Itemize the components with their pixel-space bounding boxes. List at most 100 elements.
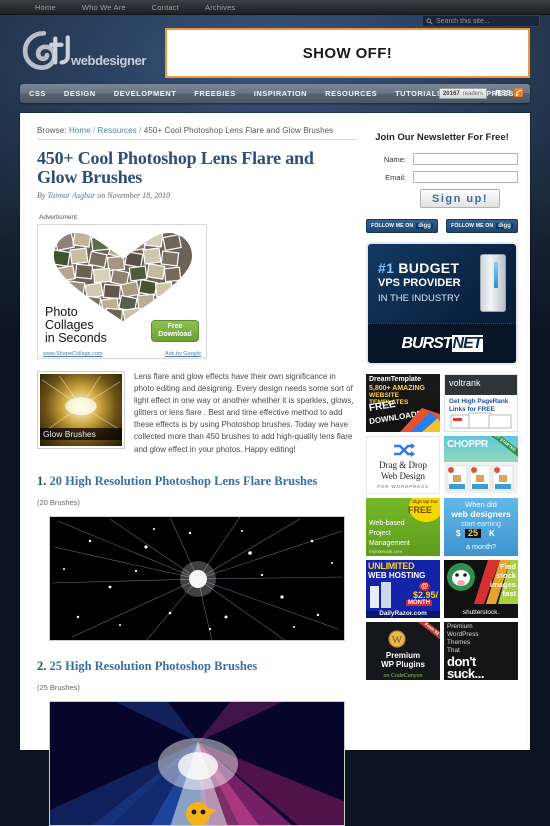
nav-item-inspiration[interactable]: INSPIRATION [245, 84, 316, 103]
ad-dragdrop-l3: FOR WORDPRESS [367, 485, 439, 490]
ad-myintervals-l4: Project [369, 530, 391, 537]
search-input[interactable] [436, 18, 536, 25]
logo-spiral-icon [22, 29, 74, 73]
content-inner: Browse: Home / Resources / 450+ Cool Pho… [25, 118, 525, 750]
breadcrumb-prefix: Browse: [37, 126, 67, 135]
breadcrumb-home[interactable]: Home [69, 126, 91, 135]
section-2-count: (25 Brushes) [37, 683, 357, 692]
section-2-number: 2. [37, 659, 46, 673]
ad-dreamtemplate[interactable]: DreamTemplate 5,800+ AMAZING WEBSITE TEM… [366, 374, 440, 432]
breadcrumb-sep-2: / [139, 126, 141, 135]
ad-myintervals-l1: Sign Up For [412, 500, 438, 505]
choppr-cards [446, 464, 516, 492]
ad-shutter-l1: Find [500, 563, 516, 571]
ad-wp-l1: From $2 [416, 622, 440, 643]
burstnet-logo: BURSTNET [401, 335, 482, 353]
ad-myintervals-l5: Management [369, 540, 410, 547]
newsletter-email-label: Email: [366, 173, 413, 182]
breadcrumb-current: 450+ Cool Photoshop Lens Flare and Glow … [144, 126, 333, 135]
ad-codecanyon[interactable]: From $2 W Premium WP Plugins on CodeCany… [366, 622, 440, 680]
topnav-item-contact[interactable]: Contact [139, 0, 192, 15]
ad-voltrank[interactable]: voltrank Get High PageRank Links for FRE… [444, 374, 518, 432]
nav-item-freebies[interactable]: FREEBIES [185, 84, 245, 103]
main-column: Browse: Home / Resources / 450+ Cool Pho… [37, 126, 357, 826]
ad-myintervals[interactable]: Sign Up For FREE Web-based Project Manag… [366, 498, 440, 556]
burstnet-headline-2: VPS PROVIDER [378, 277, 461, 289]
section-1-screenshot[interactable] [49, 516, 345, 641]
ad-earn-l6: K [489, 530, 495, 538]
article-intro-text: Lens flare and glow effects have their o… [134, 371, 357, 456]
digg-logo-1: digg [416, 223, 433, 229]
rss-icon [514, 88, 523, 97]
newsletter-name-label: Name: [366, 155, 413, 164]
top-nav-links: Home Who We Are Contact Archives [22, 0, 248, 15]
ad-earn-l2: web designers [444, 510, 518, 519]
sidebar: Join Our Newsletter For Free! Name: Emai… [366, 126, 518, 680]
follow-digg-button-1[interactable]: FOLLOW ME ON digg [366, 219, 438, 233]
section-1-title[interactable]: 20 High Resolution Photoshop Lens Flare … [50, 474, 318, 488]
ad-earn-l4: $ [456, 530, 460, 538]
search-icon [426, 18, 433, 25]
top-utility-bar: Home Who We Are Contact Archives [0, 0, 550, 15]
ad-earn-l3: start earning [444, 520, 518, 527]
topnav-item-home[interactable]: Home [22, 0, 69, 15]
ad-myintervals-l3: Web-based [369, 520, 405, 527]
rss-label: RSS [496, 88, 511, 97]
search-box[interactable] [422, 15, 540, 27]
breadcrumb-sep-1: / [93, 126, 95, 135]
rss-link[interactable]: RSS [496, 88, 523, 97]
nav-item-css[interactable]: CSS [20, 84, 55, 103]
nav-item-development[interactable]: DEVELOPMENT [105, 84, 186, 103]
nav-item-design[interactable]: DESIGN [55, 84, 105, 103]
google-ad-line-3: in Seconds [45, 332, 107, 345]
breadcrumb-section[interactable]: Resources [98, 126, 137, 135]
ad-shutter-l5: shutterstock. [444, 610, 518, 617]
section-heading-1: 1. 20 High Resolution Photoshop Lens Fla… [37, 474, 357, 489]
glow-brushes-image: Glow Brushes [40, 374, 122, 446]
reader-count-value: 20167 [443, 91, 460, 97]
article-thumbnail[interactable]: Glow Brushes [37, 371, 125, 449]
ad-shutter-l4: fast [502, 590, 516, 598]
ad-choppr[interactable]: CHOPPR GET STARTED [444, 436, 518, 494]
follow-digg-button-2[interactable]: FOLLOW ME ON digg [446, 219, 518, 233]
server-rack-icon [480, 254, 506, 312]
newsletter-email-input[interactable] [413, 171, 518, 183]
nav-item-resources[interactable]: RESOURCES [316, 84, 386, 103]
ad-dragdrop[interactable]: Drag & Drop Web Design FOR WORDPRESS [366, 436, 440, 494]
topnav-item-archives[interactable]: Archives [192, 0, 248, 15]
header-banner-ad[interactable]: SHOW OFF! [165, 28, 530, 78]
ad-shutterstock[interactable]: Find stock images fast shutterstock. [444, 560, 518, 618]
ad-wp-l2: Premium [366, 652, 440, 660]
ads-by-google-link[interactable]: Ads by Google [165, 351, 201, 357]
burstnet-budget: BUDGET [398, 260, 459, 276]
byline-by: By [37, 191, 45, 200]
newsletter-name-input[interactable] [413, 153, 518, 165]
site-logo[interactable]: webdesigner [22, 29, 146, 73]
voltrank-artwork [449, 411, 515, 429]
dailyrazor-artwork [368, 582, 394, 608]
digg-logo-2: digg [496, 223, 513, 229]
byline-author[interactable]: Taimur Asghar [47, 191, 95, 200]
google-ad-headline: Photo Collages in Seconds [45, 306, 107, 345]
free-download-line-1: Free [158, 323, 191, 331]
google-ad-block[interactable]: Photo Collages in Seconds Free Download … [37, 224, 207, 359]
burstnet-ad[interactable]: #1 BUDGET VPS PROVIDER IN THE INDUSTRY B… [366, 242, 518, 365]
newsletter-name-row: Name: [366, 153, 518, 165]
ad-suck-l6: suck... [447, 667, 484, 680]
dreamtemplate-artwork [400, 402, 440, 432]
free-download-button[interactable]: Free Download [151, 320, 199, 342]
newsletter-box: Join Our Newsletter For Free! Name: Emai… [366, 126, 518, 208]
google-ad-site-link[interactable]: www.ShapeCollage.com [43, 351, 103, 357]
newsletter-signup-button[interactable]: Sign up! [420, 189, 500, 208]
topnav-item-who-we-are[interactable]: Who We Are [69, 0, 139, 15]
ad-webdesigner-earn[interactable]: When did web designers start earning $ 2… [444, 498, 518, 556]
section-2-screenshot[interactable] [49, 701, 345, 826]
section-2-title[interactable]: 25 High Resolution Photoshop Brushes [50, 659, 258, 673]
ad-wpthemes[interactable]: Premium WordPress Themes That don't suck… [444, 622, 518, 680]
ad-dreamtemplate-l4: FREE [368, 400, 396, 414]
follow-digg-prefix-2: FOLLOW ME ON [451, 223, 493, 229]
byline: By Taimur Asghar on November 18, 2010 [37, 191, 357, 200]
ad-dragdrop-l1: Drag & Drop [367, 461, 439, 470]
ad-dailyrazor[interactable]: UNLIMITED WEB HOSTING @ $2.95/ MONTH Dai… [366, 560, 440, 618]
ad-myintervals-l2: FREE [408, 506, 432, 515]
